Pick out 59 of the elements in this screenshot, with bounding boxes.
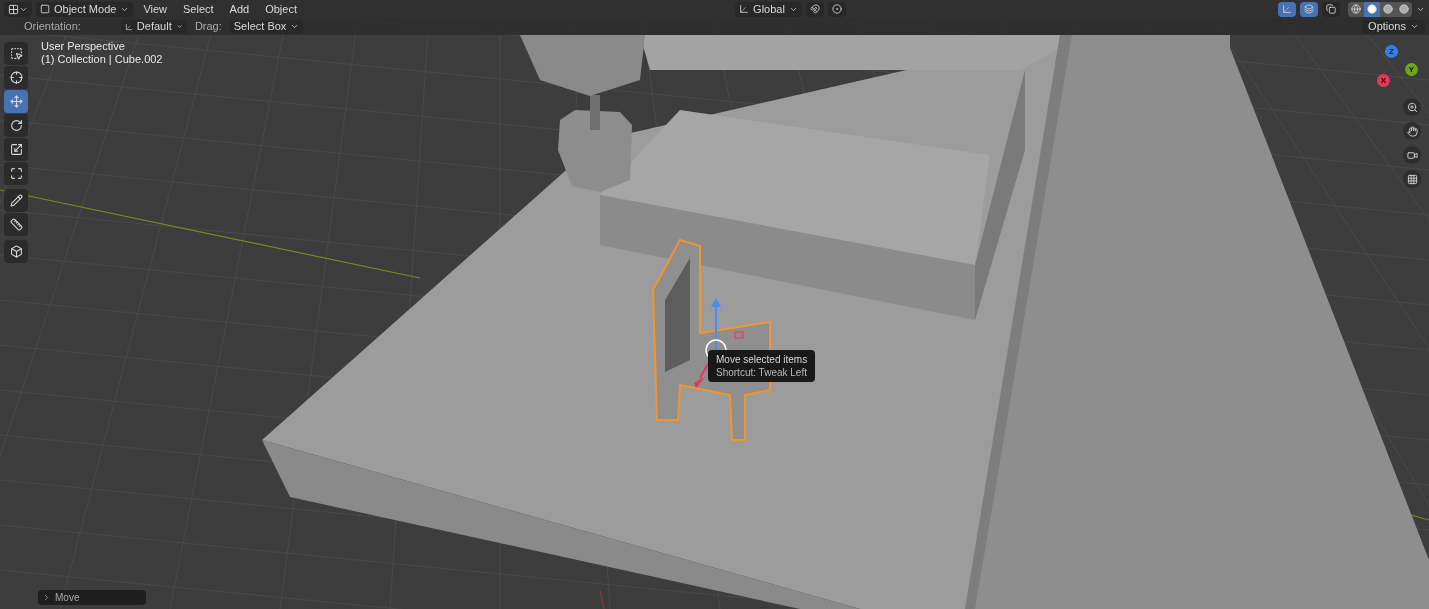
gizmos-toggle[interactable] — [1278, 1, 1296, 17]
grid-icon — [1406, 173, 1418, 185]
zoom-icon — [1406, 101, 1418, 113]
y-axis-line — [599, 589, 605, 609]
camera-icon — [1406, 149, 1418, 161]
dashed-box-icon — [9, 47, 23, 60]
orientation-dropdown[interactable]: Global — [735, 1, 802, 17]
ruler-icon — [9, 218, 23, 231]
drag-label: Drag: — [194, 19, 222, 35]
caret-icon — [175, 22, 183, 31]
annotate-tool-button[interactable] — [4, 189, 28, 212]
options-dropdown[interactable]: Options — [1362, 19, 1425, 34]
menu-item[interactable]: View — [137, 0, 174, 18]
editor-type-button[interactable] — [4, 1, 32, 17]
snap-toggle[interactable] — [805, 1, 824, 17]
operator-panel[interactable]: Move — [38, 590, 146, 605]
mode-dropdown[interactable]: Object Mode — [36, 1, 134, 17]
magnet-icon — [809, 4, 820, 14]
chevron-icon — [42, 593, 51, 602]
view-name: User Perspective — [41, 40, 126, 53]
cube-icon — [40, 4, 50, 14]
object-info: (1) Collection | Cube.002 — [41, 53, 163, 66]
select-tool-button[interactable] — [4, 42, 28, 65]
rotate-tool-button[interactable] — [4, 114, 28, 137]
expand-icon — [9, 167, 23, 180]
menu-item[interactable]: Add — [223, 0, 256, 18]
target-icon — [831, 4, 842, 14]
menu-item[interactable]: Object — [259, 0, 303, 18]
move-arrows-icon — [9, 95, 23, 108]
hand-icon — [1406, 125, 1418, 137]
pencil-icon — [9, 194, 23, 207]
shading-button[interactable] — [1380, 1, 1396, 17]
layers-icon — [1304, 4, 1314, 14]
orientation-dropdown[interactable]: Default — [120, 19, 187, 34]
xray-toggle[interactable] — [1322, 1, 1340, 17]
globe-icon — [1351, 4, 1361, 14]
add-cube-tool-button[interactable] — [4, 240, 28, 263]
proportional-toggle[interactable] — [827, 1, 846, 17]
shading-button[interactable] — [1364, 1, 1380, 17]
drag-dropdown[interactable]: Select Box — [229, 19, 304, 34]
caret-icon — [290, 22, 300, 31]
shading-button[interactable] — [1396, 1, 1412, 17]
scale-tool-button[interactable] — [4, 138, 28, 161]
transform-tool-button[interactable] — [4, 162, 28, 185]
tooltip-title: Move selected items — [716, 353, 808, 366]
crosshair-icon — [9, 71, 23, 84]
cube-icon — [9, 245, 23, 258]
rotate-icon — [9, 119, 23, 132]
cursor-tool-button[interactable] — [4, 66, 28, 89]
scale-icon — [9, 143, 23, 156]
copy-icon — [1326, 4, 1336, 14]
measure-tool-button[interactable] — [4, 213, 28, 236]
tooltip-shortcut: Shortcut: Tweak Left — [716, 366, 808, 379]
overlays-toggle[interactable] — [1300, 1, 1318, 17]
shading-button[interactable] — [1348, 1, 1364, 17]
menu-item[interactable]: Select — [177, 0, 220, 18]
orientation-label: Orientation: — [24, 19, 81, 35]
navigation-gizmo[interactable]: Z Y X — [1365, 45, 1421, 105]
move-tool-button[interactable] — [4, 90, 28, 113]
